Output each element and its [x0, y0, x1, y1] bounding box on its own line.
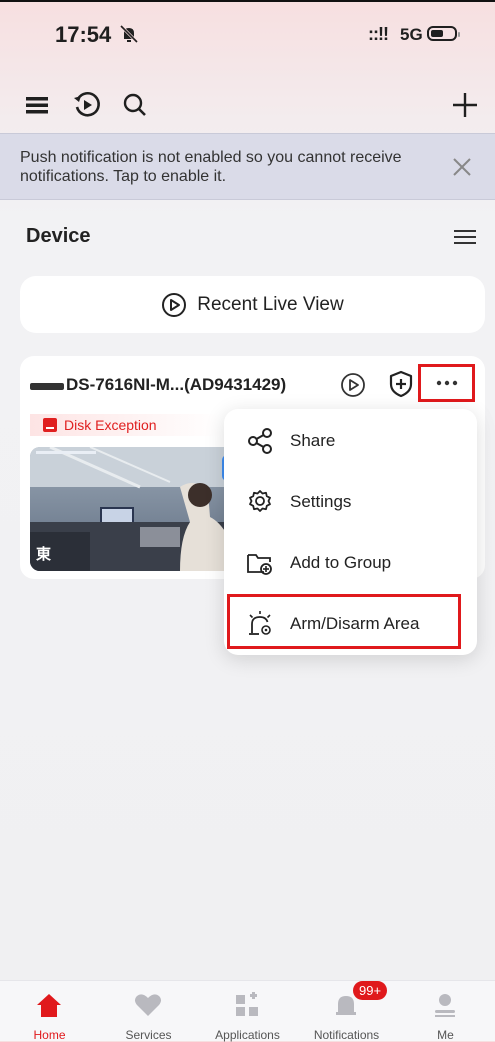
recent-live-view-label: Recent Live View — [197, 293, 344, 315]
add-icon[interactable] — [448, 88, 482, 122]
push-notification-banner[interactable]: Push notification is not enabled so you … — [0, 133, 495, 200]
notification-count-badge: 99+ — [353, 981, 388, 1000]
nav-me[interactable]: Me — [396, 981, 495, 1042]
network-type: 5G — [400, 25, 423, 44]
device-name: DS-7616NI-M...(AD9431429) — [66, 375, 287, 394]
thumbnail-overlay-text: 東 — [36, 546, 52, 563]
banner-message: Push notification is not enabled so you … — [20, 149, 402, 185]
ellipsis-icon — [436, 380, 457, 386]
status-bar: 17:54 ::!! 5G — [0, 0, 495, 70]
nav-applications[interactable]: Applications — [198, 981, 297, 1042]
battery-icon — [427, 26, 460, 41]
silent-bell-icon — [119, 24, 139, 44]
heart-icon — [135, 994, 161, 1016]
menu-item-share[interactable]: Share — [224, 412, 477, 470]
menu-item-label: Share — [290, 431, 336, 450]
live-view-icon[interactable] — [340, 372, 366, 398]
apps-icon — [236, 992, 258, 1016]
signal-strength-icon: ::!! — [368, 24, 389, 44]
menu-item-settings[interactable]: Settings — [224, 473, 477, 531]
disk-exception-label: Disk Exception — [64, 417, 157, 433]
recent-live-view-button[interactable]: Recent Live View — [20, 276, 485, 333]
menu-item-add-to-group[interactable]: Add to Group — [224, 534, 477, 592]
person-icon — [435, 994, 455, 1017]
bottom-nav: Home Services Applications 99+ Notificat… — [0, 980, 495, 1042]
status-time: 17:54 — [55, 22, 112, 47]
playback-icon[interactable] — [70, 88, 104, 122]
nav-notifications[interactable]: 99+ Notifications — [297, 981, 396, 1042]
home-icon — [37, 994, 61, 1017]
close-icon[interactable] — [448, 153, 476, 181]
top-toolbar — [0, 82, 495, 126]
folder-add-icon — [246, 549, 274, 577]
device-options-popup: Share Settings Add to Group Arm/Disarm A… — [224, 409, 477, 655]
nav-services[interactable]: Services — [99, 981, 198, 1042]
share-icon — [246, 427, 274, 455]
disk-error-icon — [43, 418, 57, 432]
disk-exception-badge: Disk Exception — [30, 414, 220, 436]
highlight-box — [227, 594, 461, 649]
device-list-menu-icon[interactable] — [452, 226, 478, 248]
gear-icon — [246, 488, 274, 516]
nav-home[interactable]: Home — [0, 981, 99, 1042]
dvr-device-icon — [30, 383, 64, 390]
thumbnail-timestamp — [36, 451, 96, 454]
more-options-button[interactable] — [418, 364, 475, 402]
list-menu-icon[interactable] — [20, 88, 54, 122]
shield-add-icon[interactable] — [388, 370, 414, 398]
play-circle-icon — [162, 292, 187, 317]
search-icon[interactable] — [118, 88, 152, 122]
menu-item-label: Settings — [290, 492, 352, 511]
device-section-title: Device — [26, 225, 91, 247]
menu-item-label: Add to Group — [290, 553, 392, 572]
